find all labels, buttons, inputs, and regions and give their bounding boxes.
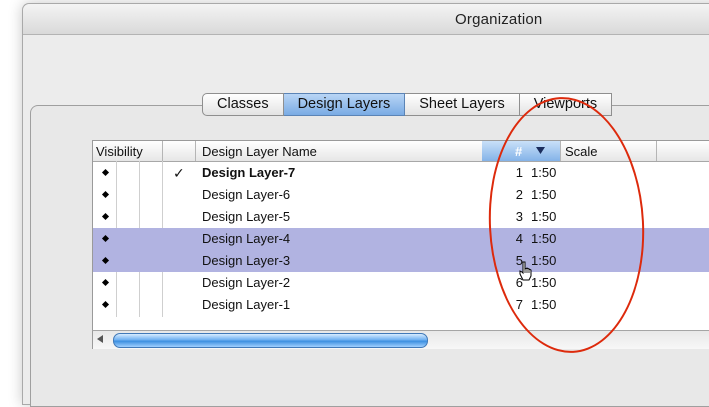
layer-name: Design Layer-5 xyxy=(202,209,291,224)
title-bar[interactable]: Organization xyxy=(23,4,709,35)
diamond-icon[interactable] xyxy=(101,190,110,199)
diamond-icon[interactable] xyxy=(101,234,110,243)
scrollbar-thumb[interactable] xyxy=(113,333,428,348)
tab-classes[interactable]: Classes xyxy=(202,93,284,116)
horizontal-scrollbar[interactable] xyxy=(92,330,709,349)
layer-name: Design Layer-1 xyxy=(202,297,291,312)
diamond-icon[interactable] xyxy=(101,168,110,177)
drag-hand-cursor-icon xyxy=(519,261,532,281)
layer-name: Design Layer-3 xyxy=(202,253,291,268)
window-title: Organization xyxy=(455,11,543,28)
layer-name: Design Layer-7 xyxy=(202,165,296,180)
tab-design-layers[interactable]: Design Layers xyxy=(283,93,406,116)
column-header-visibility[interactable]: Visibility xyxy=(96,144,143,159)
layer-name: Design Layer-4 xyxy=(202,231,291,246)
checkmark-icon: ✓ xyxy=(173,165,185,181)
tab-sheet-layers[interactable]: Sheet Layers xyxy=(405,93,520,116)
column-header-layer-name[interactable]: Design Layer Name xyxy=(202,144,317,159)
diamond-icon[interactable] xyxy=(101,256,110,265)
layer-name: Design Layer-2 xyxy=(202,275,291,290)
diamond-icon[interactable] xyxy=(101,278,110,287)
layer-name: Design Layer-6 xyxy=(202,187,291,202)
diamond-icon[interactable] xyxy=(101,300,110,309)
scroll-left-arrow-icon[interactable] xyxy=(97,335,103,343)
diamond-icon[interactable] xyxy=(101,212,110,221)
